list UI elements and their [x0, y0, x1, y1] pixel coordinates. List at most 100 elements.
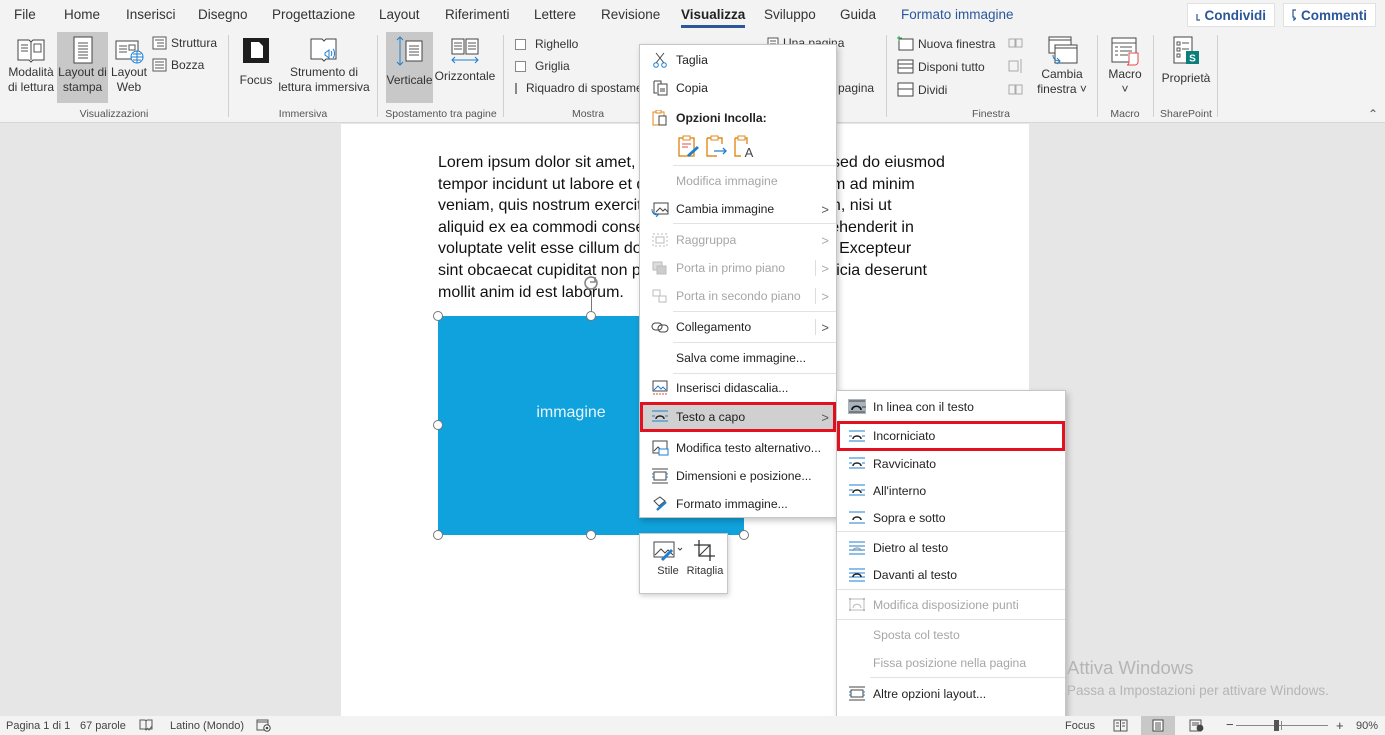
submenu-item-in-front-of-text[interactable]: Davanti al testo	[837, 561, 1065, 588]
svg-text:S: S	[1189, 54, 1196, 65]
menu-item-size-position[interactable]: Dimensioni e posizione...	[640, 462, 836, 490]
submenu-item-through[interactable]: All'interno	[837, 477, 1065, 504]
resize-handle-left[interactable]	[433, 420, 443, 430]
menu-item-change-image[interactable]: Cambia immagine >	[640, 195, 836, 223]
crop-button[interactable]: Ritaglia	[685, 538, 725, 577]
zoom-level[interactable]: 90%	[1356, 720, 1378, 732]
menu-separator	[673, 223, 836, 224]
read-mode-icon[interactable]	[1113, 719, 1128, 732]
zoom-slider-thumb[interactable]	[1274, 720, 1280, 731]
vertical-scroll-button[interactable]: Verticale	[386, 32, 433, 103]
zoom-in-button[interactable]: +	[1336, 718, 1344, 733]
menu-item-group: Raggruppa >	[640, 226, 836, 254]
share-button[interactable]: Condividi	[1187, 3, 1275, 27]
resize-handle-bottom-right[interactable]	[739, 530, 749, 540]
navigation-pane-checkbox-box[interactable]	[515, 82, 517, 94]
menu-item-wrap-text[interactable]: Testo a capo >	[640, 402, 836, 432]
tab-home[interactable]: Home	[64, 7, 100, 22]
paste-merge-formatting-icon[interactable]	[705, 135, 729, 159]
submenu-item-more-layout-options[interactable]: Altre opzioni layout...	[837, 680, 1065, 707]
print-layout-icon	[73, 36, 92, 64]
immersive-reader-button[interactable]: Strumento di lettura immersiva	[278, 35, 370, 101]
comments-button[interactable]: Commenti	[1283, 3, 1376, 27]
crop-icon	[694, 540, 715, 561]
tab-review[interactable]: Revisione	[601, 7, 660, 22]
group-divider	[1217, 35, 1218, 117]
ribbon-tab-bar: File Home Inserisci Disegno Progettazion…	[0, 0, 1385, 31]
tab-design[interactable]: Progettazione	[272, 7, 355, 22]
collapse-ribbon-icon[interactable]: ⌃	[1368, 107, 1378, 121]
page-width-button[interactable]: pagina	[838, 81, 874, 95]
menu-item-save-as-image[interactable]: Salva come immagine...	[640, 344, 836, 372]
wrap-text-submenu: In linea con il testo Incorniciato Ravvi…	[836, 390, 1066, 735]
web-layout-view-icon[interactable]	[1189, 719, 1204, 732]
menu-item-link[interactable]: Collegamento >	[640, 313, 836, 341]
resize-handle-top-left[interactable]	[433, 311, 443, 321]
outline-button[interactable]: Struttura	[152, 36, 217, 50]
tab-file[interactable]: File	[14, 7, 36, 22]
menu-item-format-image[interactable]: Formato immagine...	[640, 490, 836, 518]
style-button[interactable]: Stile	[648, 538, 688, 577]
submenu-arrow-icon: >	[821, 288, 829, 304]
language-indicator[interactable]: Latino (Mondo)	[170, 720, 244, 732]
zoom-slider-track[interactable]	[1236, 725, 1328, 726]
group-divider	[886, 35, 887, 117]
focus-mode-button[interactable]: Focus	[1065, 720, 1095, 732]
tab-picture-format[interactable]: Formato immagine	[901, 7, 1014, 22]
tab-developer[interactable]: Sviluppo	[764, 7, 816, 22]
switch-window-button[interactable]: Cambia finestra ˅	[1034, 35, 1090, 101]
tab-help[interactable]: Guida	[840, 7, 876, 22]
resize-handle-bottom-left[interactable]	[433, 530, 443, 540]
rotate-handle-icon[interactable]	[582, 274, 600, 292]
tab-draw[interactable]: Disegno	[198, 7, 248, 22]
properties-button[interactable]: S Proprietà	[1158, 35, 1214, 101]
gridlines-checkbox-box[interactable]	[515, 60, 526, 72]
focus-button[interactable]: Focus	[236, 35, 276, 101]
tight-wrap-icon	[849, 457, 865, 469]
navigation-pane-checkbox[interactable]: Riquadro di spostamento	[515, 81, 639, 95]
ruler-checkbox[interactable]: Righello	[515, 37, 578, 51]
menu-item-bring-forward: Porta in primo piano >	[640, 254, 836, 282]
through-wrap-icon	[849, 484, 865, 496]
group-divider	[377, 35, 378, 117]
menu-item-cut[interactable]: Taglia	[640, 46, 836, 74]
accessibility-icon[interactable]	[256, 719, 271, 732]
macros-button[interactable]: Macro ˅	[1104, 35, 1146, 101]
side-to-side-button[interactable]: Orizzontale	[434, 35, 496, 101]
submenu-item-square[interactable]: Incorniciato	[837, 421, 1065, 451]
proofing-book-icon[interactable]	[139, 719, 153, 732]
menu-item-copy[interactable]: Copia	[640, 74, 836, 102]
tab-insert[interactable]: Inserisci	[126, 7, 176, 22]
menu-item-insert-caption[interactable]: Inserisci didascalia...	[640, 374, 836, 402]
submenu-item-in-line-with-text[interactable]: In linea con il testo	[837, 393, 1065, 420]
draft-button[interactable]: Bozza	[152, 58, 204, 72]
resize-handle-top[interactable]	[586, 311, 596, 321]
menu-separator	[673, 311, 836, 312]
split-button[interactable]: Dividi	[897, 82, 947, 97]
submenu-item-behind-text[interactable]: Dietro al testo	[837, 534, 1065, 561]
arrange-all-button[interactable]: Disponi tutto	[897, 59, 985, 74]
word-count[interactable]: 67 parole	[80, 720, 126, 732]
resize-handle-bottom[interactable]	[586, 530, 596, 540]
new-window-button[interactable]: Nuova finestra	[897, 36, 995, 51]
page-count[interactable]: Pagina 1 di 1	[6, 720, 70, 732]
more-layout-options-icon	[849, 686, 865, 701]
submenu-item-top-and-bottom[interactable]: Sopra e sotto	[837, 504, 1065, 531]
tab-view[interactable]: Visualizza	[681, 7, 746, 28]
paste-keep-source-formatting-icon[interactable]	[677, 135, 701, 159]
submenu-item-tight[interactable]: Ravvicinato	[837, 450, 1065, 477]
reading-mode-button[interactable]: Modalità di lettura	[4, 35, 58, 101]
tab-references[interactable]: Riferimenti	[445, 7, 510, 22]
print-layout-button[interactable]: Layout di stampa	[57, 32, 108, 103]
group-icon	[652, 233, 668, 247]
tab-layout[interactable]: Layout	[379, 7, 420, 22]
ruler-checkbox-box[interactable]	[515, 38, 526, 50]
gridlines-checkbox[interactable]: Griglia	[515, 59, 570, 73]
web-layout-button[interactable]: Layout Web	[108, 35, 150, 101]
tab-mailings[interactable]: Lettere	[534, 7, 576, 22]
paste-text-only-icon[interactable]: A	[733, 135, 757, 159]
menu-item-edit-alt-text[interactable]: Modifica testo alternativo...	[640, 434, 836, 462]
print-layout-view-button[interactable]	[1141, 716, 1175, 735]
in-line-icon	[848, 399, 866, 414]
zoom-out-button[interactable]: −	[1226, 717, 1234, 732]
